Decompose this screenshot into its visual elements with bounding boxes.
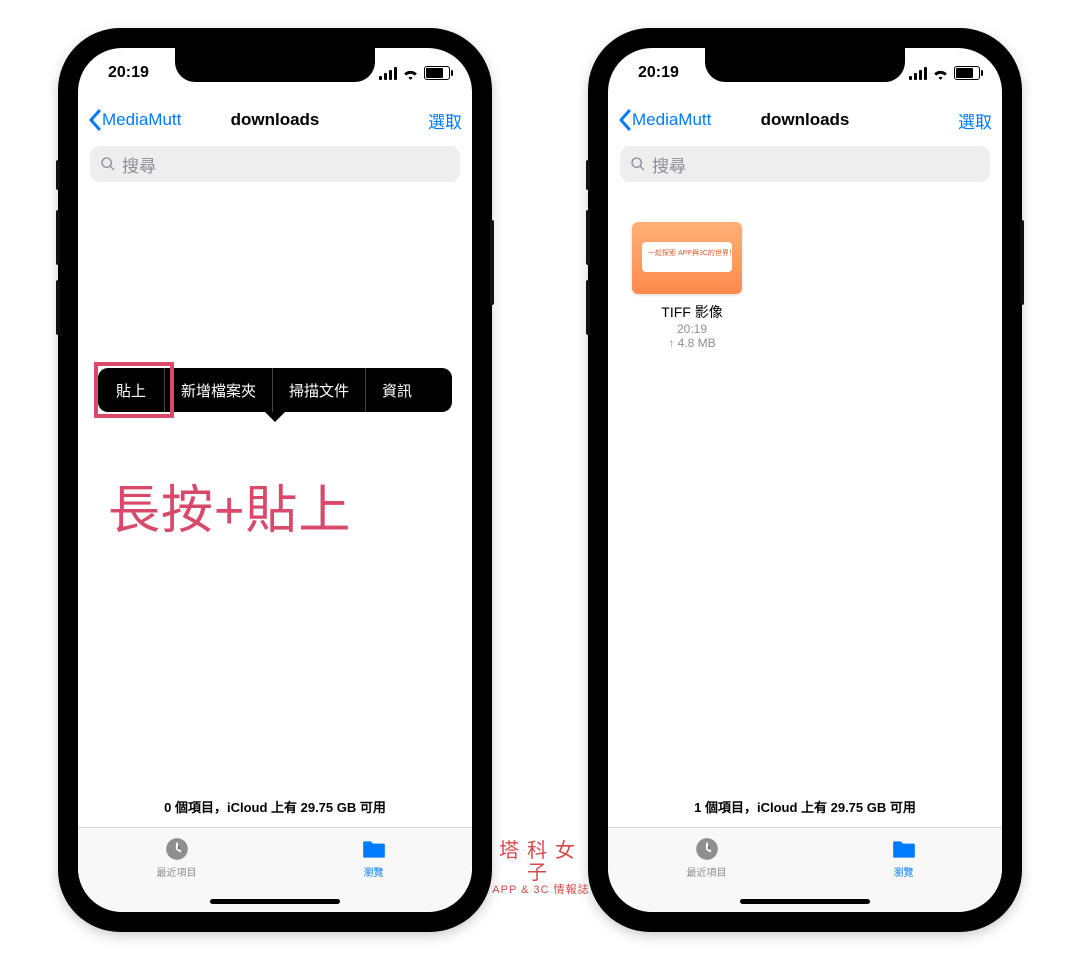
folder-icon — [360, 836, 388, 862]
screen-left: 20:19 MediaMutt downloads 選取 搜尋 貼上 新增檔案夾 — [78, 48, 472, 912]
select-button[interactable]: 選取 — [958, 108, 992, 133]
context-menu: 貼上 新增檔案夾 掃描文件 資訊 — [98, 368, 452, 412]
mute-switch — [586, 160, 590, 190]
search-input[interactable]: 搜尋 — [90, 146, 460, 182]
clock-icon — [693, 836, 721, 862]
clock-icon — [163, 836, 191, 862]
folder-icon — [890, 836, 918, 862]
watermark-line-2: APP & 3C 情報誌 — [486, 884, 596, 896]
home-indicator[interactable] — [210, 899, 340, 904]
thumbnail-text: 一起探索 APP與3C的世界！ — [648, 248, 736, 258]
search-icon — [630, 156, 646, 172]
volume-down-button — [56, 280, 60, 335]
tab-browse-label: 瀏覽 — [364, 864, 384, 879]
search-placeholder: 搜尋 — [122, 152, 156, 177]
home-indicator[interactable] — [740, 899, 870, 904]
chevron-left-icon — [88, 109, 102, 131]
wifi-icon — [932, 67, 949, 80]
search-placeholder: 搜尋 — [652, 152, 686, 177]
nav-bar: MediaMutt downloads 選取 — [608, 98, 1002, 142]
status-icons — [379, 66, 450, 80]
chevron-left-icon — [618, 109, 632, 131]
mute-switch — [56, 160, 60, 190]
back-label: MediaMutt — [632, 110, 711, 130]
footer-status: 0 個項目，iCloud 上有 29.75 GB 可用 — [78, 797, 472, 816]
battery-icon — [954, 66, 980, 80]
volume-down-button — [586, 280, 590, 335]
notch — [175, 48, 375, 82]
tab-browse-label: 瀏覽 — [894, 864, 914, 879]
back-button[interactable]: MediaMutt — [88, 109, 181, 131]
search-input[interactable]: 搜尋 — [620, 146, 990, 182]
phone-right: 20:19 MediaMutt downloads 選取 搜尋 一 — [590, 30, 1020, 930]
context-menu-arrow-icon — [265, 412, 285, 422]
menu-new-folder[interactable]: 新增檔案夾 — [165, 368, 273, 412]
notch — [705, 48, 905, 82]
volume-up-button — [56, 210, 60, 265]
watermark-line-1: 塔科女子 — [486, 840, 596, 884]
battery-icon — [424, 66, 450, 80]
status-icons — [909, 66, 980, 80]
nav-bar: MediaMutt downloads 選取 — [78, 98, 472, 142]
tab-bar: 最近項目 瀏覽 — [78, 827, 472, 912]
phone-left: 20:19 MediaMutt downloads 選取 搜尋 貼上 新增檔案夾 — [60, 30, 490, 930]
volume-up-button — [586, 210, 590, 265]
file-size: ↑ 4.8 MB — [632, 336, 752, 350]
file-time: 20:19 — [632, 322, 752, 336]
footer-status: 1 個項目，iCloud 上有 29.75 GB 可用 — [608, 797, 1002, 816]
search-icon — [100, 156, 116, 172]
select-button[interactable]: 選取 — [428, 108, 462, 133]
cellular-signal-icon — [379, 67, 397, 80]
file-item[interactable]: 一起探索 APP與3C的世界！ TIFF 影像 20:19 ↑ 4.8 MB — [632, 222, 752, 350]
power-button — [1020, 220, 1024, 305]
content-area[interactable]: 一起探索 APP與3C的世界！ TIFF 影像 20:19 ↑ 4.8 MB — [608, 188, 1002, 822]
tab-recent-label: 最近項目 — [157, 864, 197, 879]
screen-right: 20:19 MediaMutt downloads 選取 搜尋 一 — [608, 48, 1002, 912]
menu-scan[interactable]: 掃描文件 — [273, 368, 366, 412]
watermark: 塔科女子 APP & 3C 情報誌 — [486, 840, 596, 896]
menu-info[interactable]: 資訊 — [366, 368, 428, 412]
annotation-text: 長按+貼上 — [108, 468, 351, 543]
clock: 20:19 — [108, 64, 149, 82]
cellular-signal-icon — [909, 67, 927, 80]
back-label: MediaMutt — [102, 110, 181, 130]
clock: 20:19 — [638, 64, 679, 82]
wifi-icon — [402, 67, 419, 80]
tab-bar: 最近項目 瀏覽 — [608, 827, 1002, 912]
menu-paste[interactable]: 貼上 — [98, 368, 165, 412]
back-button[interactable]: MediaMutt — [618, 109, 711, 131]
power-button — [490, 220, 494, 305]
content-area[interactable]: 貼上 新增檔案夾 掃描文件 資訊 長按+貼上 — [78, 188, 472, 822]
file-thumbnail: 一起探索 APP與3C的世界！ — [632, 222, 742, 294]
file-name: TIFF 影像 — [632, 302, 752, 322]
tab-recent-label: 最近項目 — [687, 864, 727, 879]
